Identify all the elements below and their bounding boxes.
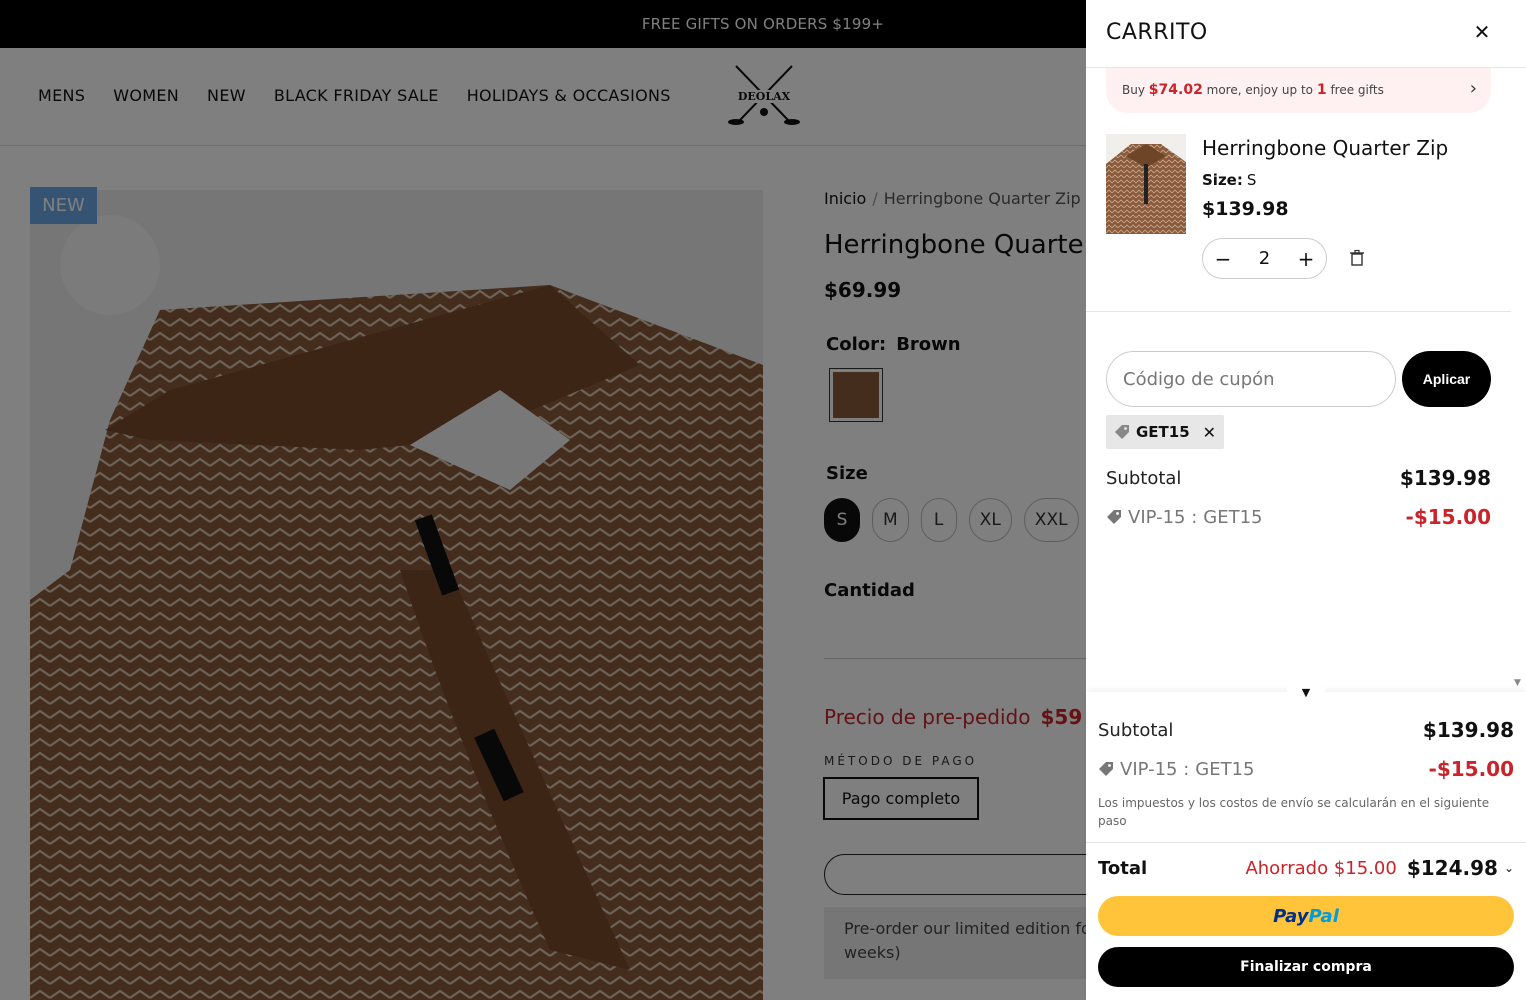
divider [1086, 311, 1511, 312]
apply-coupon-button[interactable]: Aplicar [1402, 351, 1491, 407]
tag-icon [1107, 510, 1121, 524]
footer-discount-row: VIP-15 : GET15 -$15.00 [1098, 757, 1514, 781]
paypal-logo-pal: Pal [1308, 905, 1339, 927]
discount-label: VIP-15 : [1128, 506, 1198, 528]
cart-item-image[interactable] [1106, 134, 1186, 234]
chevron-right-icon: › [1469, 78, 1477, 99]
saved-amount: Ahorrado $15.00 [1245, 857, 1397, 879]
subtotal-label: Subtotal [1106, 467, 1182, 489]
total-label: Total [1098, 857, 1148, 879]
trash-icon[interactable] [1348, 249, 1366, 267]
discount-code: GET15 [1203, 506, 1263, 528]
cart-item-size-label: Size: [1202, 171, 1243, 189]
remove-coupon-icon[interactable]: ✕ [1203, 423, 1216, 442]
cart-title: CARRITO [1106, 20, 1208, 45]
minus-icon[interactable]: − [1211, 247, 1235, 271]
tax-note: Los impuestos y los costos de envío se c… [1098, 796, 1490, 828]
coupon-input[interactable] [1106, 351, 1396, 407]
checkout-button[interactable]: Finalizar compra [1098, 947, 1514, 987]
cart-item-price: $139.98 [1202, 198, 1289, 220]
gift-text-mid: more, enjoy up to [1206, 83, 1314, 97]
free-gift-progress[interactable]: Buy $74.02 more, enjoy up to 1 free gift… [1106, 68, 1491, 113]
tag-icon [1099, 762, 1113, 776]
paypal-logo-pay: Pay [1273, 905, 1309, 927]
subtotal-value: $139.98 [1399, 466, 1491, 490]
gift-text-pre: Buy [1122, 83, 1145, 97]
footer-subtotal-label: Subtotal [1098, 719, 1174, 741]
cart-item-size: Size: S [1202, 171, 1256, 189]
total-row[interactable]: Total Ahorrado $15.00 $124.98 ⌄ [1098, 856, 1514, 880]
quantity-value[interactable]: 2 [1259, 248, 1270, 269]
discount-label-group: VIP-15 : GET15 [1106, 507, 1263, 528]
cart-item-size-value: S [1246, 171, 1257, 189]
footer-discount-value: -$15.00 [1428, 757, 1514, 781]
quantity-stepper: − 2 + [1202, 238, 1327, 279]
shirt-thumbnail [1106, 134, 1186, 234]
subtotal-row: Subtotal $139.98 [1106, 466, 1491, 490]
applied-coupon-chip: GET15 ✕ [1106, 415, 1224, 449]
footer-subtotal-value: $139.98 [1422, 718, 1514, 742]
gift-text-post: free gifts [1330, 83, 1384, 97]
paypal-button[interactable]: Pay Pal [1098, 896, 1514, 936]
plus-icon[interactable]: + [1294, 247, 1318, 271]
tag-icon [1115, 425, 1129, 439]
collapse-toggle-icon[interactable]: ▼ [1286, 686, 1326, 706]
divider [1086, 842, 1526, 843]
close-icon[interactable]: ✕ [1470, 20, 1494, 44]
cart-item-name[interactable]: Herringbone Quarter Zip [1202, 136, 1448, 160]
discount-row: VIP-15 : GET15 -$15.00 [1106, 505, 1491, 529]
gift-count: 1 [1316, 82, 1327, 98]
gift-amount: $74.02 [1148, 82, 1203, 98]
cart-header: CARRITO ✕ [1086, 0, 1526, 68]
footer-discount-label-group: VIP-15 : GET15 [1098, 759, 1255, 780]
footer-discount-code: GET15 [1195, 758, 1255, 780]
footer-discount-label: VIP-15 : [1120, 758, 1190, 780]
discount-value: -$15.00 [1405, 505, 1491, 529]
scroll-down-icon[interactable]: ▼ [1514, 678, 1521, 688]
cart-drawer: CARRITO ✕ Buy $74.02 more, enjoy up to 1… [1086, 0, 1526, 1000]
applied-coupon-code: GET15 [1136, 423, 1190, 441]
cart-footer: ▼ Subtotal $139.98 VIP-15 : GET15 -$15.0… [1086, 686, 1526, 1000]
footer-subtotal-row: Subtotal $139.98 [1098, 718, 1514, 742]
total-value: $124.98 [1406, 856, 1498, 880]
chevron-down-icon[interactable]: ⌄ [1504, 861, 1514, 875]
